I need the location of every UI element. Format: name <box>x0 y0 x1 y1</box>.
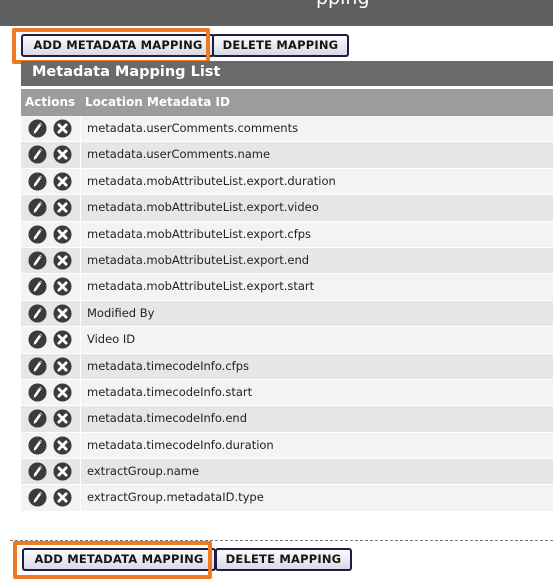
pencil-icon[interactable] <box>28 172 47 191</box>
x-circle-icon[interactable] <box>53 225 72 244</box>
pencil-icon[interactable] <box>28 436 47 455</box>
location-metadata-id: metadata.timecodeInfo.start <box>87 384 253 399</box>
location-metadata-id: metadata.userComments.name <box>87 147 271 162</box>
row-actions-cell <box>21 353 81 379</box>
row-actions-cell <box>21 432 81 459</box>
table-row: metadata.mobAttributeList.export.duratio… <box>21 168 553 196</box>
pencil-icon[interactable] <box>28 145 47 164</box>
pencil-icon[interactable] <box>28 383 47 402</box>
x-circle-icon[interactable] <box>53 145 72 164</box>
x-circle-icon[interactable] <box>53 172 72 191</box>
x-circle-icon[interactable] <box>53 383 72 402</box>
pencil-icon[interactable] <box>28 356 47 376</box>
pencil-icon[interactable] <box>28 251 47 270</box>
x-circle-icon[interactable] <box>53 356 72 376</box>
delete-mapping-button[interactable]: DELETE MAPPING <box>215 548 352 571</box>
table-row: metadata.mobAttributeList.export.cfps <box>21 221 553 248</box>
top-toolbar: ADD METADATA MAPPING DELETE MAPPING <box>0 29 553 61</box>
location-metadata-id: Video ID <box>87 332 136 347</box>
x-circle-icon[interactable] <box>53 198 72 217</box>
pencil-icon[interactable] <box>28 409 47 428</box>
x-circle-icon[interactable] <box>53 330 72 349</box>
location-metadata-id: metadata.userComments.comments <box>87 121 299 135</box>
row-actions-cell <box>21 116 81 142</box>
row-actions-cell <box>21 195 81 221</box>
table-row: extractGroup.metadataID.type <box>21 485 553 512</box>
list-header-bar: Metadata Mapping List <box>21 61 553 86</box>
location-metadata-id: Modified By <box>87 305 155 320</box>
row-actions-cell <box>21 379 81 406</box>
pencil-icon[interactable] <box>28 225 47 244</box>
location-metadata-id: metadata.mobAttributeList.export.duratio… <box>87 173 336 188</box>
table-row: metadata.mobAttributeList.export.start <box>21 274 553 301</box>
row-actions-cell <box>21 247 81 274</box>
pencil-icon[interactable] <box>28 198 47 217</box>
x-circle-icon[interactable] <box>53 277 72 296</box>
pencil-icon[interactable] <box>28 488 47 507</box>
pencil-icon[interactable] <box>28 119 47 138</box>
table-row: metadata.timecodeInfo.cfps <box>21 353 553 380</box>
row-actions-cell <box>21 485 81 511</box>
table-row: metadata.mobAttributeList.export.video <box>21 195 553 222</box>
table-body: metadata.userComments.comments metadata.u… <box>21 116 553 512</box>
x-circle-icon[interactable] <box>53 436 72 455</box>
x-circle-icon[interactable] <box>53 119 72 138</box>
location-metadata-id: metadata.timecodeInfo.duration <box>87 437 274 452</box>
column-header-location-id: Location Metadata ID <box>85 95 230 109</box>
table-row: metadata.timecodeInfo.duration <box>21 432 553 460</box>
row-actions-cell <box>21 300 81 327</box>
location-metadata-id: metadata.timecodeInfo.end <box>87 411 247 426</box>
table-row: Modified By <box>21 300 553 328</box>
row-actions-cell <box>21 142 81 168</box>
x-circle-icon[interactable] <box>53 462 72 481</box>
location-metadata-id: metadata.mobAttributeList.export.video <box>87 200 319 215</box>
location-metadata-id: metadata.timecodeInfo.cfps <box>87 358 249 373</box>
location-metadata-id: metadata.mobAttributeList.export.end <box>87 252 310 267</box>
pencil-icon[interactable] <box>28 330 47 349</box>
table-row: metadata.timecodeInfo.start <box>21 379 553 407</box>
location-metadata-id: metadata.mobAttributeList.export.cfps <box>87 226 312 241</box>
row-actions-cell <box>21 168 81 195</box>
metadata-mapping-table: Actions Location Metadata ID metadata.us… <box>21 89 553 512</box>
x-circle-icon[interactable] <box>53 409 72 428</box>
section-divider <box>10 540 553 541</box>
table-row: metadata.userComments.comments <box>21 116 553 143</box>
location-metadata-id: metadata.mobAttributeList.export.start <box>87 279 315 294</box>
table-row: Video ID <box>21 327 553 354</box>
location-metadata-id: extractGroup.name <box>87 464 200 479</box>
list-title: Metadata Mapping List <box>32 64 221 80</box>
table-header-row: Actions Location Metadata ID <box>21 89 553 116</box>
x-circle-icon[interactable] <box>53 304 72 323</box>
pencil-icon[interactable] <box>28 304 47 323</box>
pencil-icon[interactable] <box>28 462 47 481</box>
row-actions-cell <box>21 459 81 485</box>
delete-mapping-button[interactable]: DELETE MAPPING <box>212 34 349 57</box>
pencil-icon[interactable] <box>28 277 47 296</box>
row-actions-cell <box>21 327 81 353</box>
x-circle-icon[interactable] <box>53 251 72 270</box>
add-metadata-mapping-button[interactable]: ADD METADATA MAPPING <box>21 34 215 57</box>
column-header-actions: Actions <box>25 95 76 109</box>
table-row: metadata.userComments.name <box>21 142 553 169</box>
location-metadata-id: extractGroup.metadataID.type <box>87 490 264 505</box>
page-title-partial: pping <box>316 0 370 9</box>
table-row: extractGroup.name <box>21 459 553 486</box>
table-row: metadata.mobAttributeList.export.end <box>21 247 553 275</box>
table-row: metadata.timecodeInfo.end <box>21 406 553 433</box>
x-circle-icon[interactable] <box>53 488 72 507</box>
top-bar: pping <box>0 0 553 26</box>
row-actions-cell <box>21 274 81 300</box>
row-actions-cell <box>21 221 81 247</box>
row-actions-cell <box>21 406 81 432</box>
add-metadata-mapping-button[interactable]: ADD METADATA MAPPING <box>22 548 216 571</box>
bottom-toolbar: ADD METADATA MAPPING DELETE MAPPING <box>0 543 553 575</box>
